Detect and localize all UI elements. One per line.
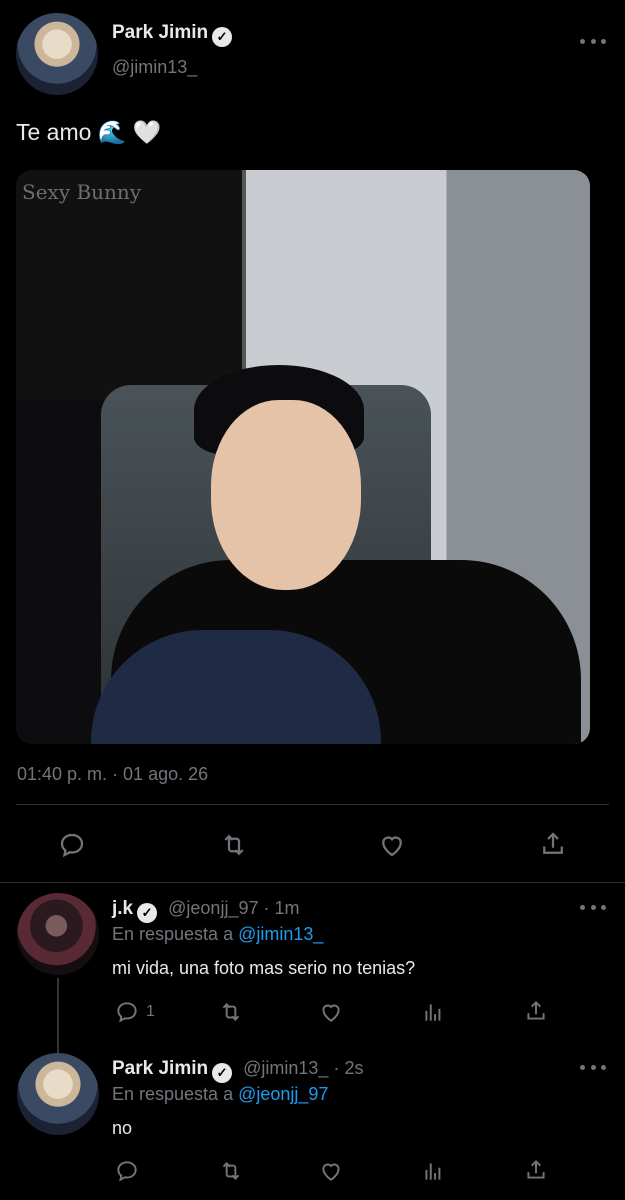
- reply-author-name[interactable]: Park Jimin: [112, 1058, 208, 1079]
- share-button[interactable]: [523, 1157, 549, 1183]
- reply-icon: [117, 1002, 137, 1023]
- main-author-avatar[interactable]: [16, 13, 98, 95]
- like-icon: [322, 1163, 340, 1181]
- reply-time[interactable]: · 2s: [333, 1058, 363, 1078]
- main-author-handle[interactable]: @jimin13_: [112, 57, 197, 78]
- share-icon: [527, 1000, 545, 1020]
- reply-time[interactable]: · 1m: [264, 898, 300, 918]
- verified-icon: ✓: [137, 903, 158, 923]
- more-icon[interactable]: [580, 36, 606, 46]
- replying-to-label: En respuesta a: [112, 1084, 234, 1104]
- tweet-photo[interactable]: Sexy Bunny: [16, 170, 590, 744]
- tweet-timestamp[interactable]: 01:40 p. m. · 01 ago. 26: [17, 764, 208, 785]
- like-button[interactable]: [318, 999, 344, 1025]
- share-icon: [543, 832, 563, 854]
- reply-author-name[interactable]: j.k: [112, 898, 133, 919]
- reply-icon: [60, 833, 84, 858]
- thread-line: [57, 978, 59, 1056]
- like-button[interactable]: [318, 1158, 344, 1184]
- reply-count: 1: [146, 1003, 155, 1020]
- analytics-button[interactable]: [421, 1158, 447, 1184]
- reply-button[interactable]: [114, 1158, 140, 1184]
- divider: [16, 804, 609, 805]
- photo-face: [211, 400, 361, 590]
- reply-author-handle[interactable]: @jimin13_: [243, 1058, 328, 1078]
- photo-caption: Sexy Bunny: [22, 180, 142, 204]
- more-icon[interactable]: [580, 1062, 606, 1072]
- main-author-name[interactable]: Park Jimin: [112, 22, 208, 43]
- verified-icon: ✓: [212, 1063, 233, 1083]
- analytics-icon: [425, 1004, 441, 1021]
- reply-author-avatar[interactable]: [17, 1053, 99, 1135]
- divider: [0, 882, 625, 883]
- main-author-name-row[interactable]: Park Jimin ✓: [112, 22, 233, 47]
- analytics-icon: [425, 1163, 441, 1180]
- like-icon: [322, 1004, 340, 1022]
- replying-to-label: En respuesta a: [112, 924, 234, 944]
- reply-author-avatar[interactable]: [17, 893, 99, 975]
- reply-button[interactable]: 1: [114, 999, 155, 1025]
- retweet-button[interactable]: [217, 999, 245, 1025]
- like-button[interactable]: [377, 830, 407, 860]
- replying-to: En respuesta a @jimin13_: [112, 924, 323, 945]
- reply-button[interactable]: [57, 830, 87, 860]
- reply-header: j.k ✓ @jeonjj_97 · 1m: [112, 898, 300, 923]
- like-icon: [382, 836, 402, 857]
- reply-header: Park Jimin ✓ @jimin13_ · 2s: [112, 1058, 363, 1083]
- replying-to-handle[interactable]: @jeonjj_97: [238, 1084, 328, 1104]
- share-button[interactable]: [538, 829, 568, 859]
- verified-icon: ✓: [212, 27, 233, 47]
- retweet-icon: [222, 1162, 240, 1180]
- replying-to-handle[interactable]: @jimin13_: [238, 924, 323, 944]
- retweet-button[interactable]: [217, 1158, 245, 1184]
- reply-icon: [117, 1161, 137, 1182]
- retweet-icon: [224, 834, 244, 856]
- retweet-icon: [222, 1003, 240, 1021]
- main-tweet-text: Te amo 🌊 🤍: [16, 119, 162, 145]
- analytics-button[interactable]: [421, 999, 447, 1025]
- share-icon: [527, 1159, 545, 1179]
- replying-to: En respuesta a @jeonjj_97: [112, 1084, 328, 1105]
- reply-text: no: [112, 1118, 133, 1138]
- share-button[interactable]: [523, 998, 549, 1024]
- more-icon[interactable]: [580, 902, 606, 912]
- retweet-button[interactable]: [218, 830, 250, 860]
- photo-window: [16, 170, 246, 400]
- reply-text: mi vida, una foto mas serio no tenias?: [112, 958, 416, 978]
- reply-author-handle[interactable]: @jeonjj_97: [168, 898, 258, 918]
